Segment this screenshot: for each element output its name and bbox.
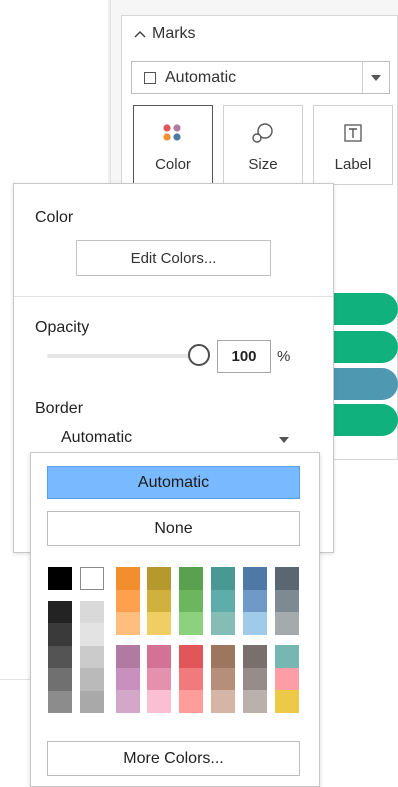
color-swatch[interactable]	[211, 567, 235, 590]
color-swatch[interactable]	[179, 567, 203, 590]
collapse-chevron-icon[interactable]	[134, 25, 146, 43]
marks-card-header[interactable]: Marks	[134, 25, 196, 43]
color-swatch[interactable]	[116, 567, 140, 590]
color-swatch[interactable]	[275, 567, 299, 590]
color-swatch[interactable]	[179, 612, 203, 635]
more-colors-button[interactable]: More Colors...	[47, 741, 300, 776]
border-section-title: Border	[35, 400, 84, 417]
color-swatch[interactable]	[243, 690, 267, 713]
opacity-value-input[interactable]: 100	[217, 340, 271, 373]
border-color-select[interactable]: Automatic	[47, 424, 299, 452]
opacity-slider-track[interactable]	[47, 354, 197, 358]
border-option-none[interactable]: None	[47, 511, 300, 546]
mark-type-value: Automatic	[165, 68, 237, 86]
color-swatch[interactable]	[179, 645, 203, 668]
color-swatch[interactable]	[243, 589, 267, 612]
color-swatch[interactable]	[243, 645, 267, 668]
size-mark-button[interactable]: Size	[223, 105, 303, 185]
color-swatch[interactable]	[147, 589, 171, 612]
color-swatch[interactable]	[275, 645, 299, 668]
color-swatch[interactable]	[243, 612, 267, 635]
border-option-automatic[interactable]: Automatic	[47, 466, 300, 499]
mark-type-select[interactable]: Automatic	[131, 61, 390, 94]
color-swatch[interactable]	[179, 690, 203, 713]
color-swatch[interactable]	[80, 601, 104, 624]
color-swatch[interactable]	[116, 645, 140, 668]
color-swatch[interactable]	[80, 690, 104, 713]
color-swatch[interactable]	[48, 601, 72, 624]
color-swatch[interactable]	[48, 645, 72, 669]
color-swatch[interactable]	[147, 645, 171, 668]
color-swatch[interactable]	[48, 690, 72, 713]
chevron-down-icon[interactable]	[362, 62, 389, 93]
color-swatch[interactable]	[116, 690, 140, 713]
opacity-slider-handle[interactable]	[188, 344, 210, 366]
border-select-value: Automatic	[61, 429, 133, 446]
color-swatch[interactable]	[147, 612, 171, 635]
opacity-unit: %	[277, 348, 291, 365]
color-swatch[interactable]	[147, 690, 171, 713]
size-icon	[251, 118, 275, 148]
label-mark-button[interactable]: Label	[313, 105, 393, 185]
color-swatch[interactable]	[179, 589, 203, 612]
popup-divider	[14, 296, 333, 297]
color-swatch[interactable]	[116, 612, 140, 635]
color-swatch[interactable]	[275, 589, 299, 612]
color-swatch[interactable]	[80, 668, 104, 691]
color-swatch[interactable]	[211, 667, 235, 690]
color-swatch[interactable]	[179, 667, 203, 690]
color-swatch[interactable]	[116, 667, 140, 690]
color-swatch[interactable]	[275, 667, 299, 690]
color-mark-button[interactable]: Color	[133, 105, 213, 185]
color-swatch[interactable]	[211, 690, 235, 713]
color-swatch[interactable]	[147, 667, 171, 690]
color-swatch[interactable]	[48, 668, 72, 691]
color-swatch[interactable]	[243, 667, 267, 690]
color-dots-icon	[162, 118, 184, 148]
edit-colors-button[interactable]: Edit Colors...	[76, 240, 271, 276]
color-swatch[interactable]	[116, 589, 140, 612]
color-swatch-black[interactable]	[48, 567, 72, 590]
color-swatch-white[interactable]	[80, 567, 104, 590]
chevron-down-icon[interactable]	[279, 430, 289, 448]
opacity-section-title: Opacity	[35, 319, 90, 336]
color-swatch[interactable]	[147, 567, 171, 590]
color-section-title: Color	[35, 209, 74, 226]
color-swatch[interactable]	[211, 612, 235, 635]
color-swatch[interactable]	[80, 623, 104, 646]
color-swatch[interactable]	[243, 567, 267, 590]
color-swatch[interactable]	[211, 589, 235, 612]
color-mark-label: Color	[155, 156, 191, 173]
color-swatch[interactable]	[211, 645, 235, 668]
color-swatch[interactable]	[275, 690, 299, 713]
marks-title: Marks	[152, 25, 196, 42]
size-mark-label: Size	[248, 156, 278, 173]
label-icon	[343, 118, 363, 148]
color-swatch[interactable]	[80, 645, 104, 669]
color-swatch[interactable]	[275, 612, 299, 635]
mark-type-square-icon	[144, 71, 156, 84]
color-swatch[interactable]	[48, 623, 72, 646]
label-mark-label: Label	[334, 156, 372, 173]
